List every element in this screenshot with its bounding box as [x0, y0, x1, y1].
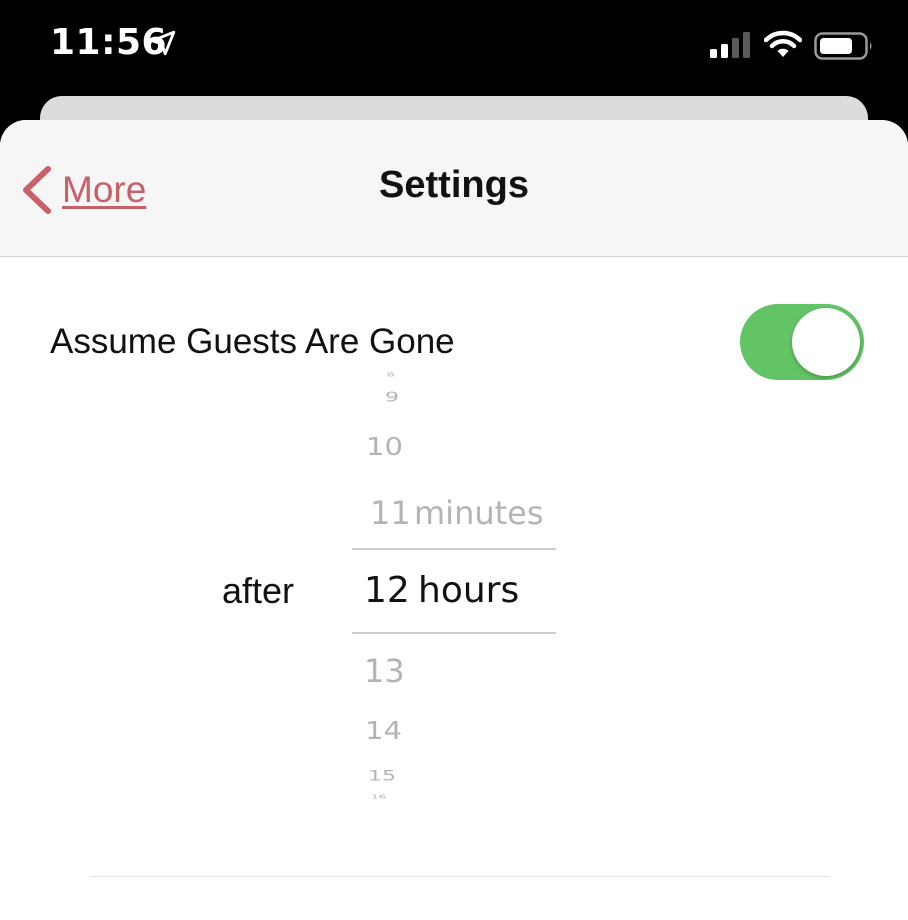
- navigation-bar: More Settings: [0, 120, 908, 257]
- picker-value-item[interactable]: 15: [368, 768, 396, 784]
- duration-picker[interactable]: after 8 9 10 11 minutes 12 hours 13 14 1…: [0, 370, 908, 810]
- picker-value-item[interactable]: 16: [371, 794, 386, 800]
- toggle-knob: [792, 308, 860, 376]
- picker-value-item[interactable]: 9: [385, 390, 399, 405]
- picker-value-item[interactable]: 13: [364, 652, 405, 690]
- page-title: Settings: [379, 164, 529, 206]
- assume-guests-gone-toggle[interactable]: [740, 304, 864, 380]
- settings-sheet: More Settings Assume Guests Are Gone aft…: [0, 120, 908, 920]
- status-bar: 11:56: [0, 0, 908, 96]
- picker-selected-value[interactable]: 12: [364, 570, 410, 611]
- cellular-signal-icon: [710, 32, 750, 58]
- picker-selected-unit[interactable]: hours: [418, 570, 519, 611]
- picker-selection-line-bottom: [352, 632, 556, 634]
- picker-after-label: after: [222, 570, 295, 611]
- picker-selection-line-top: [352, 548, 556, 550]
- battery-icon: [814, 32, 872, 60]
- assume-guests-gone-label: Assume Guests Are Gone: [50, 322, 455, 361]
- picker-value-item[interactable]: 8: [387, 372, 395, 378]
- location-arrow-icon: [150, 30, 176, 56]
- picker-unit-item[interactable]: minutes: [414, 494, 544, 532]
- wifi-icon: [764, 30, 802, 57]
- picker-value-item[interactable]: 14: [365, 716, 402, 745]
- section-divider: [90, 876, 830, 877]
- picker-value-item[interactable]: 11: [370, 494, 411, 532]
- picker-value-item[interactable]: 10: [366, 432, 403, 461]
